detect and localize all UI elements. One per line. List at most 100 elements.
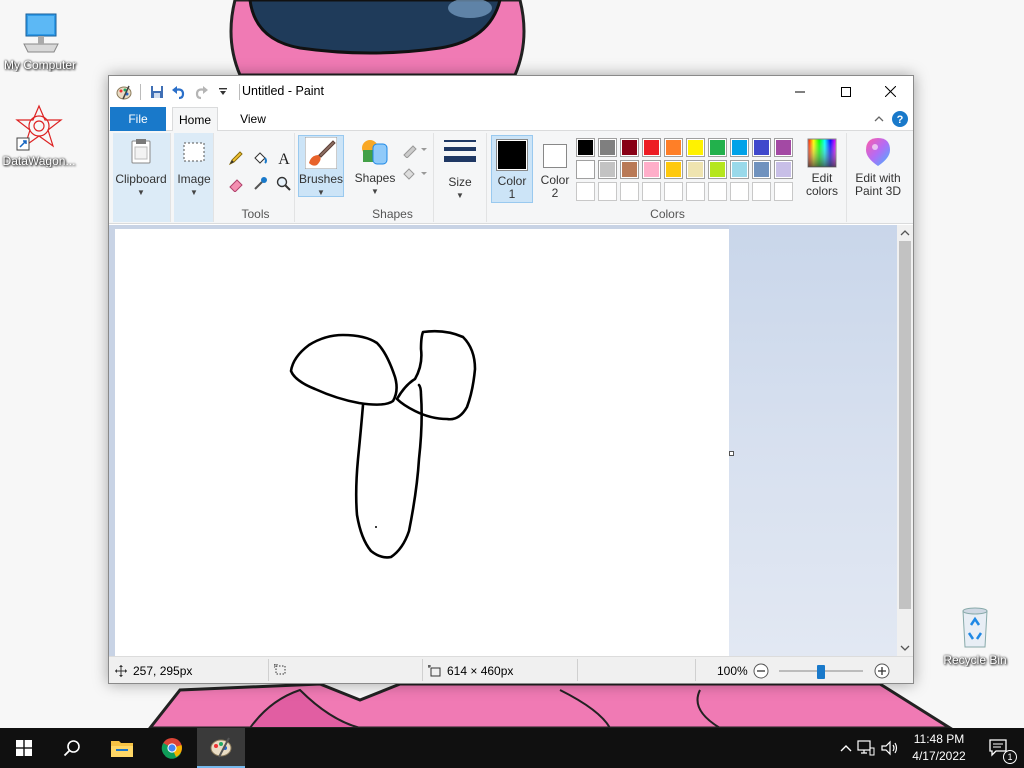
title-bar[interactable]: Untitled - Paint: [109, 76, 913, 107]
palette-swatch-color: [754, 184, 769, 199]
palette-swatch[interactable]: [598, 182, 617, 201]
desktop-icon-my-computer[interactable]: My Computer: [0, 8, 80, 72]
zoom-in-button[interactable]: [874, 663, 890, 679]
windows-logo-icon: [16, 740, 32, 756]
desktop-icon-datawagon[interactable]: DataWagon...: [0, 104, 79, 168]
maximize-button[interactable]: [823, 76, 869, 107]
paint-app-icon[interactable]: [115, 83, 133, 101]
palette-swatch[interactable]: [774, 182, 793, 201]
palette-swatch[interactable]: [664, 182, 683, 201]
palette-swatch-color: [688, 140, 703, 155]
edit-with-paint3d-button[interactable]: Edit with Paint 3D: [850, 135, 906, 203]
palette-swatch[interactable]: [730, 160, 749, 179]
palette-swatch-color: [666, 140, 681, 155]
brushes-button[interactable]: Brushes ▼: [298, 135, 344, 197]
customize-qat-icon[interactable]: [214, 83, 232, 101]
collapse-ribbon-button[interactable]: [873, 110, 885, 128]
palette-swatch[interactable]: [664, 138, 683, 157]
taskbar-paint[interactable]: [197, 728, 245, 768]
drawing-canvas[interactable]: [115, 229, 729, 656]
zoom-slider-thumb[interactable]: [817, 665, 825, 679]
canvas-resize-handle[interactable]: [729, 451, 734, 456]
palette-swatch[interactable]: [774, 138, 793, 157]
palette-swatch[interactable]: [620, 160, 639, 179]
group-colors: Color 1 Color 2 Edit colors Colors: [489, 133, 847, 222]
desktop-icon-recycle-bin[interactable]: Recycle Bin: [935, 603, 1015, 667]
taskbar-chrome[interactable]: [148, 728, 196, 768]
scrollbar-thumb[interactable]: [899, 241, 911, 609]
color2-swatch: [543, 144, 567, 168]
palette-swatch[interactable]: [642, 182, 661, 201]
help-button[interactable]: ?: [892, 110, 908, 128]
image-button[interactable]: Image ▼: [175, 137, 213, 197]
vertical-scrollbar[interactable]: [897, 225, 913, 656]
palette-swatch[interactable]: [708, 182, 727, 201]
tab-view[interactable]: View: [233, 107, 273, 131]
color-picker-icon[interactable]: [249, 173, 271, 195]
clipboard-button[interactable]: Clipboard ▼: [115, 137, 167, 197]
tab-home[interactable]: Home: [172, 107, 218, 132]
action-center-button[interactable]: 1: [976, 728, 1024, 768]
palette-swatch[interactable]: [708, 138, 727, 157]
palette-swatch[interactable]: [576, 182, 595, 201]
palette-swatch[interactable]: [620, 138, 639, 157]
shapes-icon: [359, 136, 391, 168]
recycle-bin-icon: [951, 603, 999, 651]
color1-button[interactable]: Color 1: [491, 135, 533, 203]
scroll-up-icon[interactable]: [900, 229, 910, 237]
colors-group-label: Colors: [650, 207, 685, 221]
undo-icon[interactable]: [170, 83, 188, 101]
search-button[interactable]: [48, 728, 96, 768]
palette-swatch[interactable]: [598, 160, 617, 179]
shapes-button[interactable]: Shapes ▼: [354, 135, 396, 197]
palette-swatch[interactable]: [730, 182, 749, 201]
palette-swatch[interactable]: [774, 160, 793, 179]
edit-colors-button[interactable]: Edit colors: [800, 135, 844, 203]
palette-swatch[interactable]: [664, 160, 683, 179]
palette-swatch[interactable]: [686, 182, 705, 201]
redo-icon[interactable]: [192, 83, 210, 101]
save-icon[interactable]: [148, 83, 166, 101]
text-tool-icon[interactable]: A: [273, 147, 295, 169]
magnifier-icon[interactable]: [273, 173, 295, 195]
palette-swatch-color: [732, 162, 747, 177]
zoom-slider[interactable]: [777, 664, 867, 679]
color2-button[interactable]: Color 2: [535, 135, 575, 203]
taskbar-file-explorer[interactable]: [98, 728, 146, 768]
tab-file[interactable]: File: [110, 107, 166, 131]
palette-swatch[interactable]: [752, 160, 771, 179]
palette-swatch-color: [666, 184, 681, 199]
minimize-button[interactable]: [777, 76, 823, 107]
close-button[interactable]: [867, 76, 913, 107]
start-button[interactable]: [0, 728, 48, 768]
palette-swatch[interactable]: [598, 138, 617, 157]
paint-icon: [210, 737, 232, 758]
scroll-down-icon[interactable]: [900, 644, 910, 652]
palette-swatch[interactable]: [576, 138, 595, 157]
palette-swatch[interactable]: [686, 160, 705, 179]
outline-dropdown[interactable]: [400, 139, 430, 161]
palette-swatch[interactable]: [576, 160, 595, 179]
cursor-position-text: 257, 295px: [133, 664, 193, 678]
fill-bucket-icon[interactable]: [249, 147, 271, 169]
palette-swatch[interactable]: [620, 182, 639, 201]
palette-swatch-color: [688, 162, 703, 177]
volume-button[interactable]: [878, 740, 902, 756]
palette-swatch[interactable]: [642, 160, 661, 179]
palette-swatch[interactable]: [642, 138, 661, 157]
network-button[interactable]: [854, 740, 878, 756]
clock[interactable]: 11:48 PM 4/17/2022: [908, 731, 970, 765]
palette-swatch[interactable]: [730, 138, 749, 157]
eraser-icon[interactable]: [225, 173, 247, 195]
pencil-icon[interactable]: [225, 147, 247, 169]
fill-dropdown[interactable]: [400, 163, 430, 185]
palette-swatch[interactable]: [708, 160, 727, 179]
show-hidden-icons-button[interactable]: [838, 744, 854, 752]
zoom-out-button[interactable]: [753, 663, 769, 679]
canvas-workarea: [109, 225, 897, 656]
palette-swatch[interactable]: [752, 138, 771, 157]
size-button[interactable]: Size ▼: [439, 137, 481, 200]
palette-swatch[interactable]: [752, 182, 771, 201]
palette-swatch-color: [622, 184, 637, 199]
palette-swatch[interactable]: [686, 138, 705, 157]
